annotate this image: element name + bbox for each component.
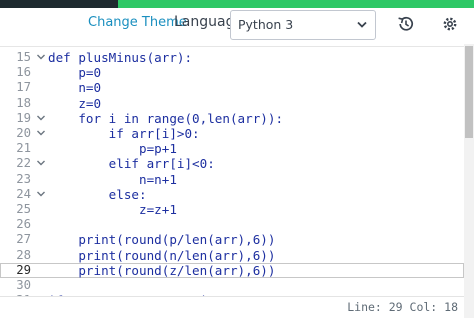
code-text: if arr[i]>0: — [48, 126, 200, 141]
line-number: 26 — [16, 217, 31, 232]
code-text: def plusMinus(arr): — [48, 50, 193, 65]
code-line[interactable]: 23 n=n+1 — [0, 172, 464, 187]
line-number: 23 — [16, 171, 31, 186]
line-number: 16 — [16, 65, 31, 80]
change-theme-link[interactable]: Change Theme — [88, 15, 187, 30]
editor-toolbar: Change Theme Language Python 3 — [0, 8, 474, 44]
code-text: z=0 — [48, 95, 102, 111]
code-text: print(round(p/len(arr),6)) — [48, 232, 276, 248]
fold-chevron-down-icon[interactable] — [36, 158, 46, 168]
line-number: 27 — [16, 232, 31, 247]
code-line[interactable]: 30 — [0, 278, 464, 293]
chevron-down-icon — [357, 21, 367, 28]
code-line[interactable]: 19 for i in range(0,len(arr)): — [0, 111, 464, 126]
fold-chevron-down-icon[interactable] — [36, 189, 46, 199]
fold-chevron-down-icon[interactable] — [36, 52, 46, 62]
language-select-value: Python 3 — [238, 17, 294, 32]
top-strip-green — [118, 0, 474, 8]
code-line[interactable]: 24 else: — [0, 187, 464, 202]
line-number: 25 — [16, 202, 31, 216]
gear-icon[interactable] — [441, 15, 459, 33]
code-line[interactable]: 29 print(round(z/len(arr),6)) — [0, 262, 464, 278]
editor-scrollbar[interactable] — [464, 44, 474, 318]
code-text: z=z+1 — [48, 202, 177, 217]
code-text: for i in range(0,len(arr)): — [48, 110, 284, 126]
code-text: elif arr[i]<0: — [48, 156, 215, 172]
fold-chevron-down-icon[interactable] — [36, 128, 46, 138]
line-number: 29 — [16, 262, 31, 277]
line-number: 18 — [16, 95, 31, 110]
code-text: p=0 — [48, 65, 102, 81]
code-line[interactable]: 16 p=0 — [0, 65, 464, 80]
language-select[interactable]: Python 3 — [230, 10, 376, 40]
line-number: 19 — [16, 110, 31, 125]
code-line[interactable]: 25 z=z+1 — [0, 202, 464, 217]
code-text: n=0 — [48, 80, 102, 96]
code-line[interactable]: 27 print(round(p/len(arr),6)) — [0, 232, 464, 247]
code-text: else: — [48, 186, 147, 202]
code-line[interactable]: 22 elif arr[i]<0: — [0, 156, 464, 171]
line-number: 15 — [16, 50, 31, 64]
line-number: 21 — [16, 141, 31, 156]
line-number: 20 — [16, 126, 31, 140]
line-number: 30 — [16, 278, 31, 292]
top-progress-strip — [0, 0, 474, 8]
line-number: 22 — [16, 156, 31, 171]
line-number: 28 — [16, 247, 31, 262]
code-text: n=n+1 — [48, 171, 177, 187]
code-line[interactable]: 20 if arr[i]>0: — [0, 126, 464, 141]
line-number: 24 — [16, 186, 31, 201]
cursor-position: Line: 29 Col: 18 — [347, 300, 458, 314]
history-icon[interactable] — [396, 14, 416, 34]
line-number: 17 — [16, 80, 31, 95]
code-line[interactable]: 28 print(round(n/len(arr),6)) — [0, 248, 464, 263]
code-line[interactable]: 15 def plusMinus(arr): — [0, 50, 464, 65]
code-line[interactable]: 26 — [0, 217, 464, 232]
code-text: print(round(n/len(arr),6)) — [48, 247, 276, 263]
code-line[interactable]: 18 z=0 — [0, 96, 464, 111]
top-strip-dark — [0, 0, 118, 8]
code-text: p=p+1 — [48, 141, 177, 157]
code-text: print(round(z/len(arr),6)) — [48, 262, 276, 278]
code-line[interactable]: 21 p=p+1 — [0, 141, 464, 156]
status-bar: Line: 29 Col: 18 — [0, 296, 464, 318]
fold-chevron-down-icon[interactable] — [36, 113, 46, 123]
code-line[interactable]: 17 n=0 — [0, 80, 464, 95]
code-editor[interactable]: 15 def plusMinus(arr): 16 p=0 17 n=0 18 z=0 1… — [0, 46, 474, 318]
scrollbar-thumb[interactable] — [465, 46, 473, 138]
